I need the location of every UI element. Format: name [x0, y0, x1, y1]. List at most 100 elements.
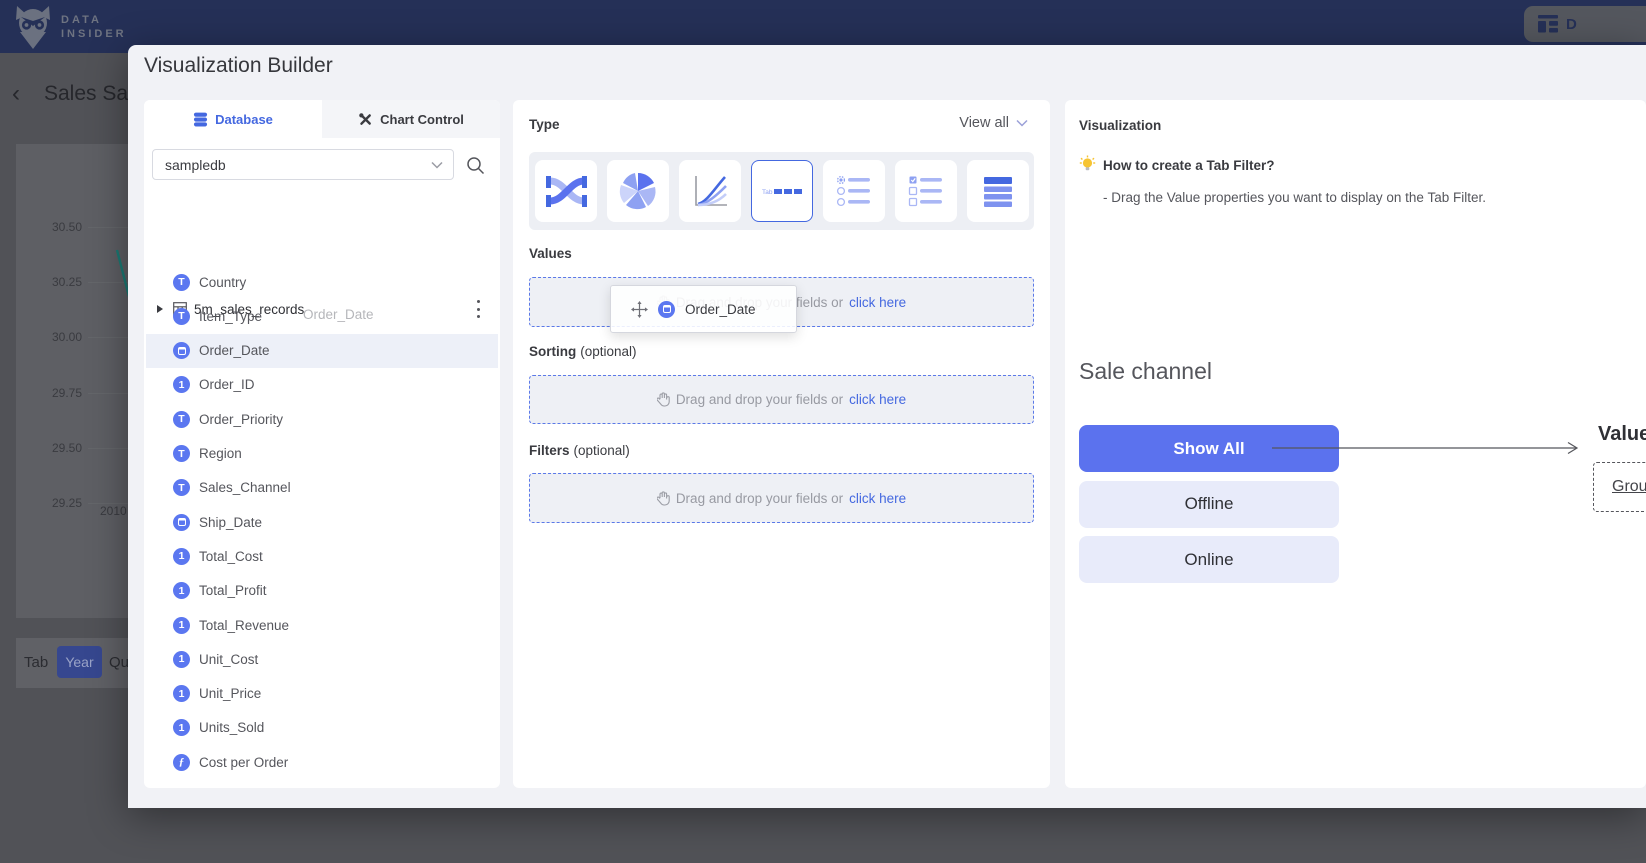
page-title: Sales Sa [44, 82, 128, 106]
database-select-value: sampledb [165, 157, 226, 173]
field-row[interactable]: Order_Date [146, 334, 498, 368]
left-panel-tabs: Database Chart Control [144, 100, 500, 138]
drag-ghost-label: Order_Date [303, 307, 374, 322]
field-name: Region [199, 446, 242, 461]
builder-panel: Type View all [513, 100, 1050, 788]
database-select[interactable]: sampledb [152, 149, 454, 180]
tab-chart-control-label: Chart Control [380, 112, 464, 127]
field-row[interactable]: 1 Unit_Price [146, 677, 498, 711]
filter-label: Tab [24, 654, 48, 671]
dropzone-click-here-link[interactable]: click here [849, 491, 906, 506]
tip-title: How to create a Tab Filter? [1103, 158, 1275, 173]
field-name: Ship_Date [199, 515, 262, 530]
dashboard-button[interactable]: D [1524, 6, 1646, 42]
type-section-label: Type [529, 117, 560, 132]
tab-database[interactable]: Database [144, 100, 322, 138]
search-icon[interactable] [466, 156, 485, 175]
line-chart-icon[interactable] [679, 160, 741, 222]
preview-chart-title: Sale channel [1079, 358, 1212, 385]
background-line-chart: 30.5030.2530.0029.7529.5029.25 2010 [16, 144, 128, 618]
tools-icon [358, 112, 373, 127]
dropzone-click-here-link[interactable]: click here [849, 392, 906, 407]
field-name: Unit_Cost [199, 652, 258, 667]
text-field-icon: T [173, 445, 190, 462]
brand-logo[interactable]: DATA INSIDER [14, 5, 127, 49]
database-icon [193, 112, 208, 127]
date-field-icon [173, 342, 190, 359]
field-row[interactable]: 1Total_Cost [146, 539, 498, 573]
field-name: Total_Revenue [199, 618, 289, 633]
field-name: Order_Date [199, 343, 270, 358]
radio-list-chart-icon[interactable] [823, 160, 885, 222]
field-row[interactable]: 1Unit_Cost [146, 642, 498, 676]
drag-hand-icon [657, 491, 670, 506]
dragged-field-chip[interactable]: Order_Date [610, 285, 797, 333]
field-name: Unit_Price [199, 686, 261, 701]
tab-chart-control[interactable]: Chart Control [322, 100, 500, 138]
brand-name: DATA INSIDER [61, 13, 127, 41]
annotation-value-label: Value [1598, 423, 1646, 446]
field-row[interactable]: T Order_Priority [146, 402, 498, 436]
field-row[interactable]: T Region [146, 437, 498, 471]
field-name: Sales_Channel [199, 480, 291, 495]
back-chevron-icon[interactable]: ‹ [12, 80, 20, 108]
field-name: Country [199, 275, 246, 290]
annotation-group-box: Group [1593, 462, 1646, 512]
move-icon [631, 301, 648, 318]
visualization-panel: Visualization How to create a Tab Filter… [1065, 100, 1646, 788]
text-field-icon: T [173, 308, 190, 325]
sorting-dropzone[interactable]: Drag and drop your fields or click here [529, 375, 1034, 424]
number-field-icon: 1 [173, 582, 190, 599]
filters-section-label: Filters(optional) [529, 443, 630, 458]
dropdown-list-chart-icon[interactable] [967, 160, 1029, 222]
checkbox-list-chart-icon[interactable] [895, 160, 957, 222]
annotation-arrow [1270, 440, 1582, 456]
dropzone-text: Drag and drop your fields or [676, 491, 843, 506]
visualization-header: Visualization [1079, 118, 1161, 133]
field-row[interactable]: 1Units_Sold [146, 711, 498, 745]
field-row[interactable]: 1 Order_ID [146, 368, 498, 402]
background-tab-filter: Tab Year Qu [16, 638, 128, 688]
modal-title: Visualization Builder [144, 54, 333, 78]
dropzone-click-here-link[interactable]: click here [849, 295, 906, 310]
sankey-chart-icon[interactable] [535, 160, 597, 222]
values-section-label: Values [529, 246, 572, 261]
owl-logo-icon [14, 5, 52, 49]
field-row[interactable]: T Country [146, 265, 498, 299]
dropzone-text: Drag and drop your fields or [676, 392, 843, 407]
tab-database-label: Database [215, 112, 273, 127]
pie-chart-icon[interactable] [607, 160, 669, 222]
annotation-group-link[interactable]: Group [1612, 478, 1646, 496]
text-field-icon: T [173, 411, 190, 428]
chevron-down-icon [431, 161, 443, 169]
field-name: Total_Profit [199, 583, 267, 598]
teal-line-series [16, 144, 128, 618]
filters-dropzone[interactable]: Drag and drop your fields or click here [529, 473, 1034, 523]
field-name: Order_ID [199, 377, 255, 392]
quarter-filter-button[interactable]: Qu [109, 654, 128, 671]
text-field-icon: T [173, 274, 190, 291]
field-name: Order_Priority [199, 412, 283, 427]
view-all-dropdown[interactable]: View all [959, 115, 1028, 131]
chevron-down-icon [1016, 119, 1028, 127]
number-field-icon: 1 [173, 376, 190, 393]
field-row[interactable]: TSales_Channel [146, 471, 498, 505]
date-field-icon [658, 301, 675, 318]
channel-button-online[interactable]: Online [1079, 536, 1339, 583]
tab-filter-chart-icon[interactable]: Tab [751, 160, 813, 222]
field-row[interactable]: Ship_Date [146, 505, 498, 539]
field-name: Units_Sold [199, 720, 264, 735]
dashboard-grid-icon [1538, 15, 1558, 33]
drag-hand-icon [657, 392, 670, 407]
dashboard-button-label: D [1566, 16, 1577, 33]
date-field-icon [173, 514, 190, 531]
year-filter-button[interactable]: Year [57, 646, 102, 678]
number-field-icon: 1 [173, 685, 190, 702]
channel-button-offline[interactable]: Offline [1079, 481, 1339, 528]
drag-chip-label: Order_Date [685, 302, 756, 317]
field-row[interactable]: 1Total_Revenue [146, 608, 498, 642]
svg-text:Tab: Tab [762, 189, 773, 196]
field-row[interactable]: 1 Total_Profit [146, 574, 498, 608]
chart-type-strip: Tab [529, 152, 1034, 230]
field-row[interactable]: ƒCost per Order [146, 745, 498, 779]
